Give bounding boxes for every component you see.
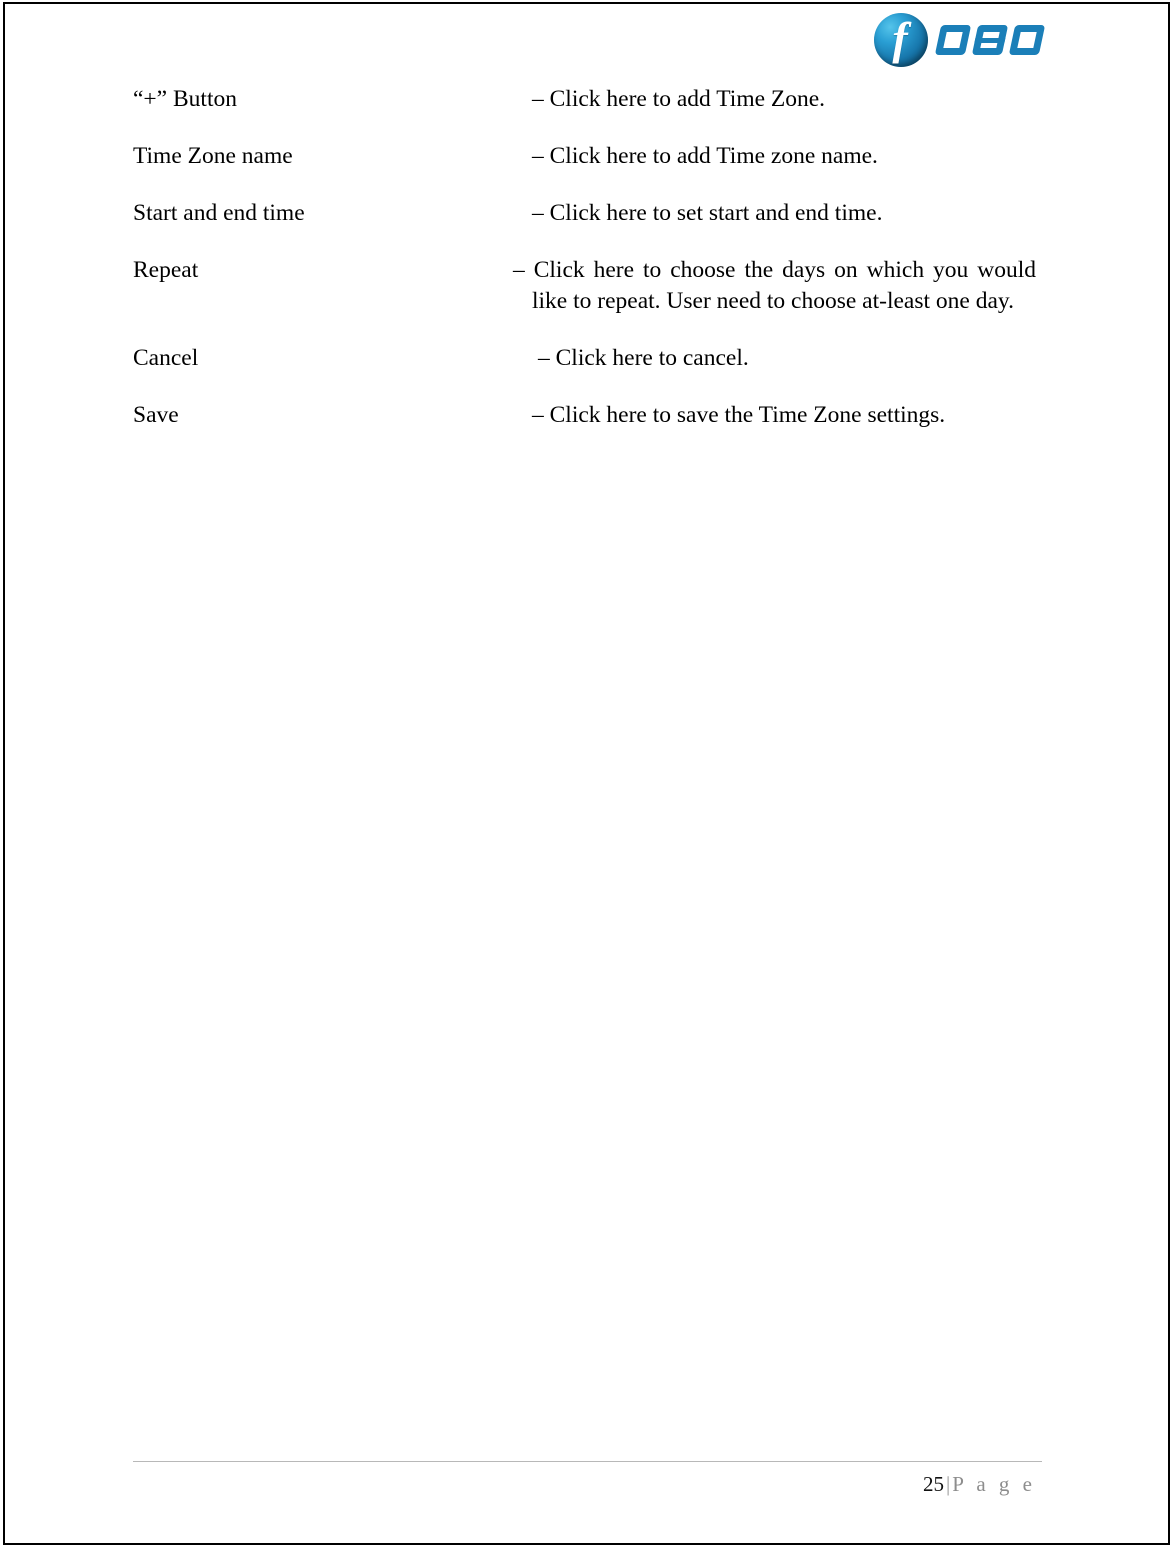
- definition-item-repeat: Repeat – Click here to choose the days o…: [0, 255, 1174, 317]
- definition-term: Start and end time: [133, 200, 305, 226]
- fobo-logo: f: [874, 12, 1046, 68]
- definition-description-text: – Click here to add Time zone name.: [532, 143, 878, 169]
- definition-item-time-zone-name: Time Zone name – Click here to add Time …: [0, 141, 1174, 172]
- document-page: f “+” Button – Click here to add Time Zo…: [0, 0, 1174, 1549]
- definition-item-cancel: Cancel – Click here to cancel.: [0, 343, 1174, 374]
- footer-separator: |: [945, 1472, 951, 1496]
- definition-item-plus-button: “+” Button – Click here to add Time Zone…: [0, 84, 1174, 115]
- definition-description-text: – Click here to set start and end time.: [532, 200, 883, 226]
- footer-page-label: P a g e: [952, 1472, 1036, 1496]
- definition-term: Time Zone name: [133, 143, 293, 169]
- definition-term: Save: [133, 402, 179, 428]
- page-header: f: [0, 0, 1174, 84]
- definition-description-text: – Click here to save the Time Zone setti…: [532, 402, 946, 428]
- logo-letter-o-second: [1008, 25, 1046, 55]
- logo-f-letter: f: [892, 12, 908, 64]
- definition-description-text: – Click here to choose the days on which…: [513, 257, 1036, 314]
- definition-description-text: – Click here to cancel.: [538, 345, 749, 371]
- fobo-badge-icon: f: [874, 13, 928, 67]
- footer-page-indicator: 25|P a g e: [133, 1470, 1042, 1498]
- definition-description-text: – Click here to add Time Zone.: [532, 86, 826, 112]
- definition-term: Cancel: [133, 345, 199, 371]
- fobo-wordmark: [934, 25, 1046, 55]
- definition-term: Repeat: [133, 257, 199, 283]
- page-footer: 25|P a g e: [133, 1461, 1042, 1498]
- definition-list: “+” Button – Click here to add Time Zone…: [0, 84, 1174, 457]
- definition-item-save: Save – Click here to save the Time Zone …: [0, 400, 1174, 431]
- definition-item-start-and-end-time: Start and end time – Click here to set s…: [0, 198, 1174, 229]
- logo-letter-b: [971, 25, 1009, 55]
- footer-page-number: 25: [922, 1472, 944, 1496]
- definition-term: “+” Button: [133, 86, 237, 112]
- logo-letter-o-first: [934, 25, 972, 55]
